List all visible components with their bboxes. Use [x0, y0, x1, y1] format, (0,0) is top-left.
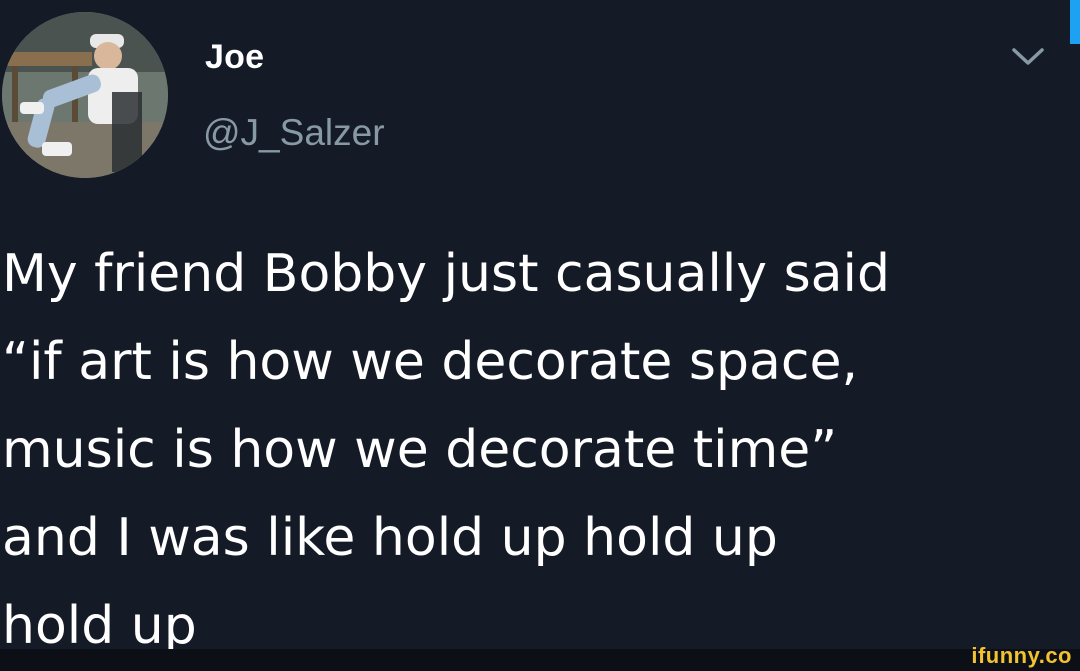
tweet-screenshot: Joe @J_Salzer My friend Bobby just casua… [0, 0, 1080, 671]
avatar[interactable] [2, 12, 168, 178]
tweet-text: My friend Bobby just casually said “if a… [2, 244, 890, 656]
chevron-down-icon[interactable] [1010, 44, 1046, 68]
watermark-logo: ifunny.co [971, 643, 1072, 668]
bottom-strip [0, 649, 1080, 671]
author-name[interactable]: Joe [205, 38, 264, 77]
avatar-image [2, 12, 168, 178]
accent-bar [1070, 0, 1080, 44]
author-handle[interactable]: @J_Salzer [203, 112, 385, 154]
